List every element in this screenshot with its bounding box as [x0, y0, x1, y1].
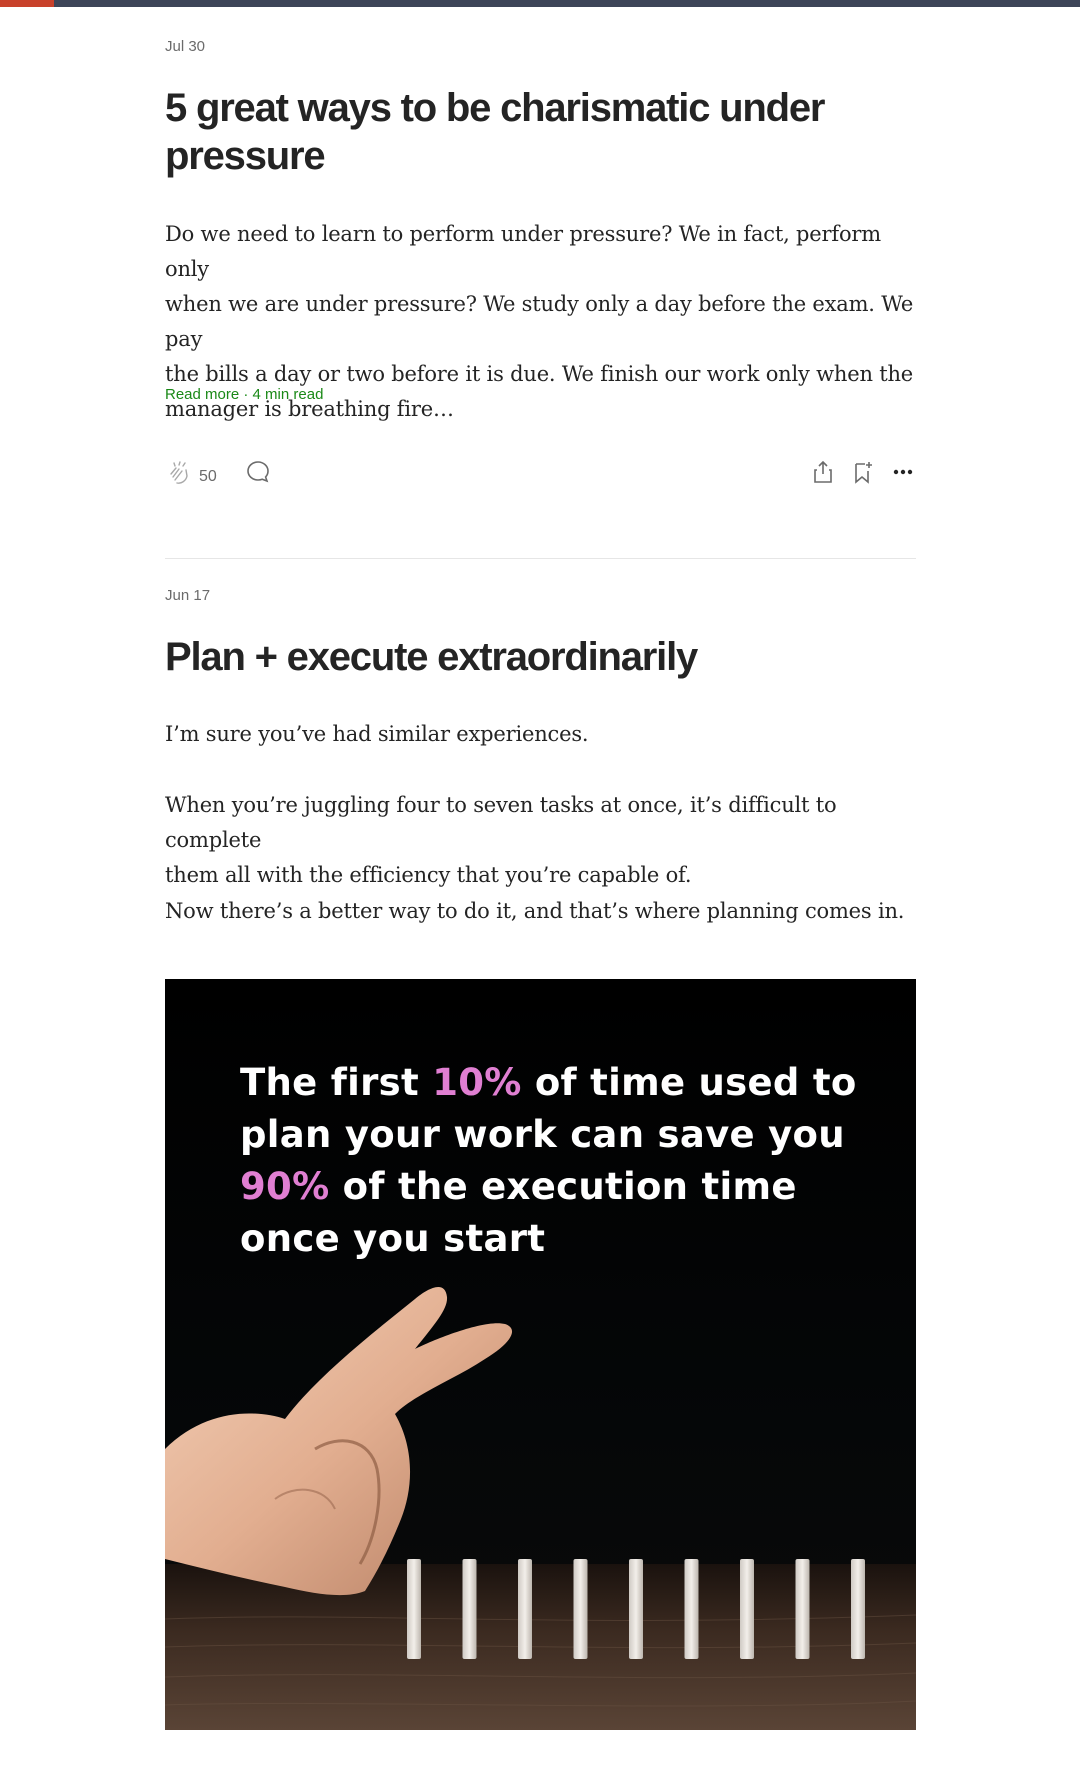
- clap-count: 50: [199, 467, 217, 485]
- paragraph-line: them all with the efficiency that you’re…: [165, 863, 692, 887]
- quote-highlight: 90%: [240, 1165, 330, 1208]
- hero-quote: The first 10% of time used to plan your …: [240, 1057, 880, 1265]
- domino: [684, 1559, 699, 1659]
- post-divider: [165, 558, 916, 559]
- bookmark-button[interactable]: [850, 460, 876, 488]
- read-more-link[interactable]: Read more: [165, 386, 239, 403]
- secondary-actions: [810, 460, 916, 488]
- more-icon[interactable]: [892, 460, 914, 489]
- more-button[interactable]: [890, 460, 916, 488]
- bookmark-icon[interactable]: [852, 460, 874, 489]
- domino: [851, 1559, 865, 1659]
- post-paragraph: I’m sure you’ve had similar experiences.: [165, 717, 916, 752]
- article-hero-image[interactable]: The first 10% of time used to plan your …: [165, 979, 916, 1730]
- clap-button[interactable]: 50: [165, 460, 217, 493]
- quote-highlight: 10%: [432, 1061, 522, 1104]
- meta-separator: ·: [239, 386, 253, 403]
- post-paragraph: Now there’s a better way to do it, and t…: [165, 894, 916, 929]
- share-icon[interactable]: [812, 460, 834, 489]
- post-title-line[interactable]: Plan + execute extraordinarily: [165, 633, 916, 681]
- post-title[interactable]: 5 great ways to be charismatic under pre…: [165, 84, 916, 180]
- excerpt-line: Do we need to learn to perform under pre…: [165, 222, 881, 281]
- domino: [740, 1559, 754, 1659]
- paragraph-line: Now there’s a better way to do it, and t…: [165, 899, 905, 923]
- post-date: Jun 17: [165, 587, 211, 604]
- domino: [573, 1559, 588, 1659]
- response-button[interactable]: [245, 460, 271, 488]
- post-title-line[interactable]: 5 great ways to be charismatic under: [165, 84, 916, 132]
- clap-icon[interactable]: [165, 460, 193, 493]
- post-title-line[interactable]: pressure: [165, 132, 916, 180]
- read-more-meta: Read more · 4 min read: [165, 386, 916, 404]
- post-title[interactable]: Plan + execute extraordinarily: [165, 633, 916, 681]
- post-action-bar: 50: [165, 454, 916, 494]
- quote-part: The first: [240, 1061, 433, 1104]
- excerpt-line: when we are under pressure? We study onl…: [165, 292, 914, 351]
- read-time: 4 min read: [252, 386, 324, 403]
- top-navigation-bar: [0, 0, 1080, 7]
- paragraph-line: When you’re juggling four to seven tasks…: [165, 793, 837, 852]
- post-date: Jul 30: [165, 38, 206, 55]
- reading-progress-bar: [0, 0, 54, 7]
- post-paragraph: When you’re juggling four to seven tasks…: [165, 788, 916, 893]
- domino: [795, 1559, 810, 1659]
- share-button[interactable]: [810, 460, 836, 488]
- domino: [407, 1559, 421, 1659]
- paragraph-line: I’m sure you’ve had similar experiences.: [165, 722, 589, 746]
- domino: [518, 1559, 532, 1659]
- domino-row: [407, 1559, 865, 1659]
- domino: [629, 1559, 643, 1659]
- domino: [462, 1559, 477, 1659]
- response-icon[interactable]: [245, 459, 271, 490]
